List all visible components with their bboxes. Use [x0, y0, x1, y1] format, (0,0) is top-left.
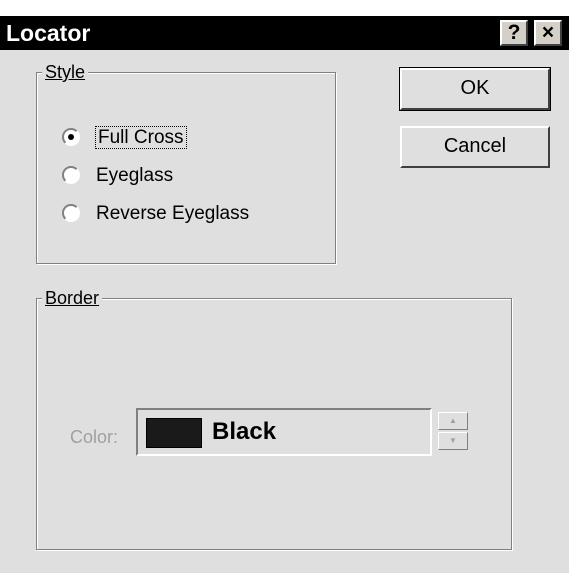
color-value: Black — [212, 418, 277, 445]
radio-full-cross-button[interactable] — [62, 128, 80, 146]
style-legend: Style — [42, 62, 89, 82]
color-label: Color: — [70, 427, 119, 447]
close-button[interactable]: × — [534, 20, 562, 46]
spin-up-button[interactable]: ▲ — [438, 412, 468, 430]
cancel-button[interactable]: Cancel — [400, 126, 550, 168]
help-button[interactable]: ? — [500, 20, 528, 46]
radio-selected-dot-icon — [68, 134, 74, 140]
title-bar[interactable]: Locator ? × — [0, 16, 569, 50]
ok-button[interactable]: OK — [400, 68, 550, 110]
top-strip — [0, 0, 569, 16]
spin-down-button[interactable]: ▼ — [438, 432, 468, 450]
radio-reverse-eyeglass-label: Reverse Eyeglass — [96, 203, 250, 224]
color-swatch — [146, 418, 202, 448]
locator-dialog: Locator ? × Style Full Cross Eyeglass Re… — [0, 0, 569, 573]
radio-full-cross-label: Full Cross — [95, 126, 187, 149]
border-legend: Border — [42, 288, 103, 308]
style-groupbox — [36, 72, 336, 264]
radio-eyeglass-button[interactable] — [62, 166, 80, 184]
radio-eyeglass-label: Eyeglass — [96, 165, 174, 186]
radio-reverse-eyeglass-button[interactable] — [62, 204, 80, 222]
color-select[interactable]: Black — [136, 408, 432, 456]
window-title: Locator — [6, 20, 91, 46]
